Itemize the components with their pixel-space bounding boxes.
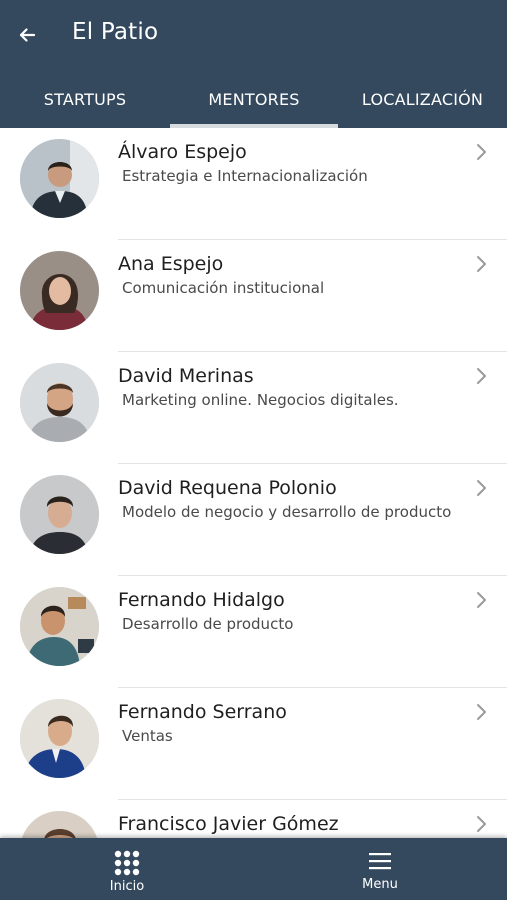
list-item[interactable]: David Merinas Marketing online. Negocios… (0, 352, 507, 464)
grid-icon (114, 850, 140, 876)
tab-mentores[interactable]: MENTORES (170, 70, 338, 128)
list-item[interactable]: Álvaro Espejo Estrategia e Internacional… (0, 128, 507, 240)
bottom-navigation: Inicio Menu (0, 838, 507, 900)
chevron-right-icon (477, 256, 486, 272)
avatar (20, 811, 99, 838)
arrow-left-icon (19, 28, 36, 42)
chevron-right-icon (477, 704, 486, 720)
chevron-right-icon (477, 144, 486, 160)
toolbar: El Patio (0, 0, 507, 70)
chevron-right-icon (477, 816, 486, 832)
nav-menu-label: Menu (362, 877, 398, 892)
chevron-right-icon (477, 480, 486, 496)
tab-label: LOCALIZACIÓN (361, 89, 484, 109)
tab-localizacion[interactable]: LOCALIZACIÓN (338, 70, 507, 128)
tab-bar: STARTUPS MENTORES LOCALIZACIÓN (0, 70, 507, 128)
tab-startups[interactable]: STARTUPS (0, 70, 170, 128)
chevron-right-icon (477, 592, 486, 608)
mentor-name: Fernando Hidalgo (118, 589, 285, 611)
mentor-area: Comunicación institucional (122, 279, 325, 297)
mentor-area: Estrategia e Internacionalización (122, 167, 368, 185)
tab-label: MENTORES (208, 89, 300, 109)
list-item[interactable]: Fernando Serrano Ventas (0, 688, 507, 800)
mentor-name: Álvaro Espejo (118, 141, 247, 163)
mentor-area: Desarrollo de producto (122, 615, 294, 633)
mentor-name: David Requena Polonio (118, 477, 337, 499)
mentor-name: David Merinas (118, 365, 254, 387)
chevron-right-icon (477, 368, 486, 384)
mentor-name: Ana Espejo (118, 253, 224, 275)
mentor-area: Modelo de negocio y desarrollo de produc… (122, 503, 452, 521)
avatar (20, 699, 99, 778)
nav-inicio-button[interactable]: Inicio (93, 838, 161, 900)
avatar (20, 587, 99, 666)
list-item[interactable]: Fernando Hidalgo Desarrollo de producto (0, 576, 507, 688)
app-bar: El Patio STARTUPS MENTORES LOCALIZACIÓN (0, 0, 507, 128)
mentor-name: Fernando Serrano (118, 701, 287, 723)
list-item[interactable]: Ana Espejo Comunicación institucional (0, 240, 507, 352)
page-title: El Patio (72, 19, 159, 45)
list-item[interactable]: Francisco Javier Gómez (0, 800, 507, 838)
avatar (20, 251, 99, 330)
list-item[interactable]: David Requena Polonio Modelo de negocio … (0, 464, 507, 576)
tab-label: STARTUPS (43, 89, 127, 109)
avatar (20, 475, 99, 554)
back-button[interactable] (14, 22, 40, 48)
mentor-area: Marketing online. Negocios digitales. (122, 391, 399, 409)
nav-menu-button[interactable]: Menu (346, 838, 414, 900)
nav-inicio-label: Inicio (109, 879, 145, 894)
avatar (20, 139, 99, 218)
mentor-area: Ventas (122, 727, 173, 745)
avatar (20, 363, 99, 442)
hamburger-menu-icon (369, 853, 391, 870)
mentor-name: Francisco Javier Gómez (118, 813, 339, 835)
mentor-list: Álvaro Espejo Estrategia e Internacional… (0, 128, 507, 838)
